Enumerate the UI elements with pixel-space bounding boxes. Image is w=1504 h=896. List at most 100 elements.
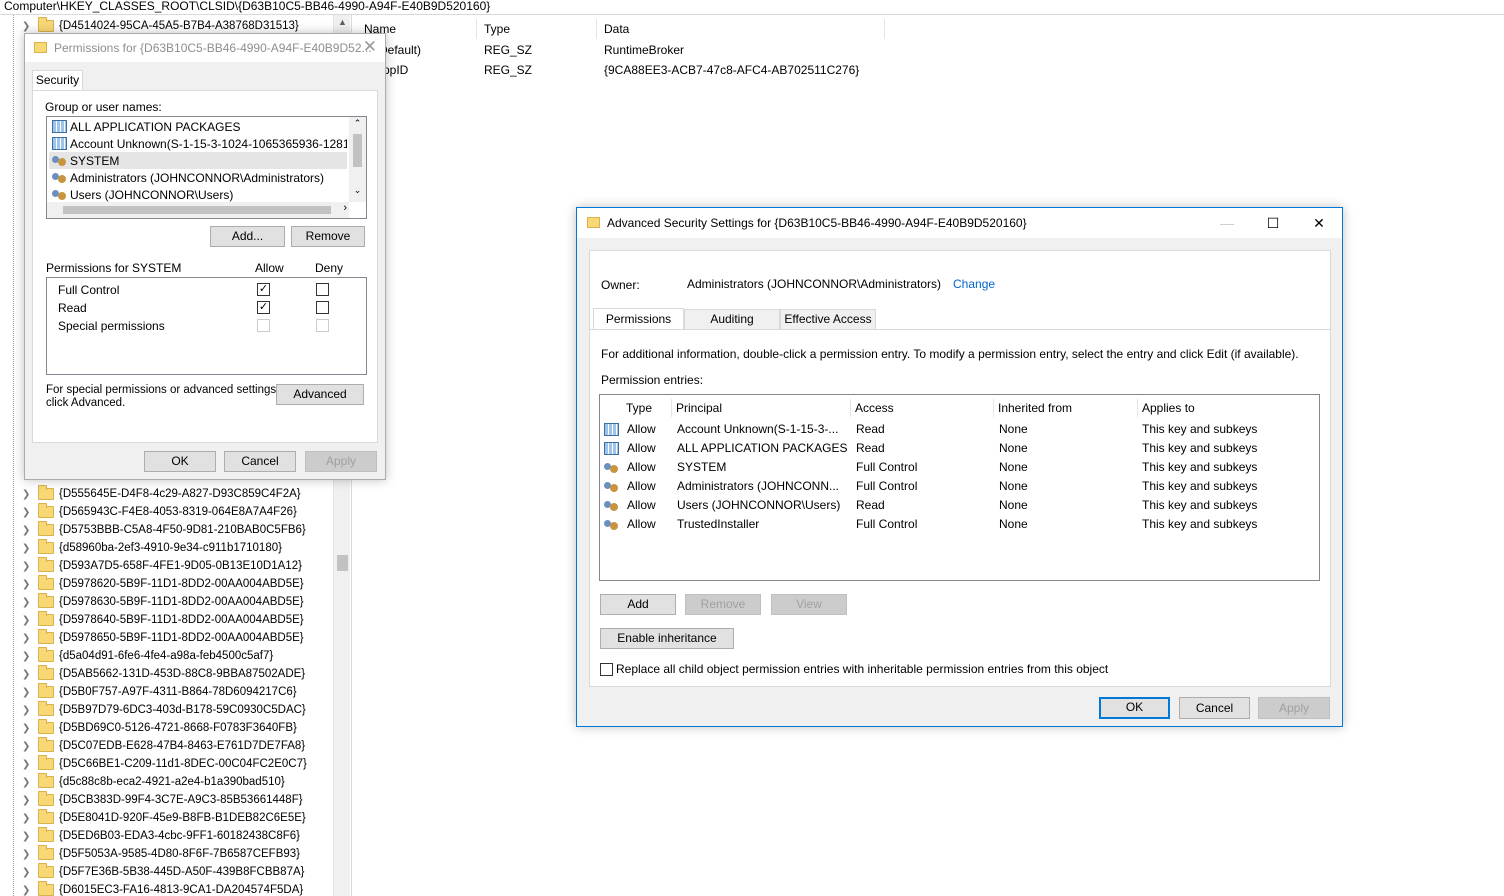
- column-header-applies[interactable]: Applies to: [1138, 399, 1318, 417]
- chevron-right-icon[interactable]: ❯: [22, 651, 36, 662]
- tree-item[interactable]: ❯ {d5c88c8b-eca2-4921-a2e4-b1a390bad510}: [0, 773, 332, 791]
- allow-checkbox[interactable]: [257, 319, 270, 332]
- tree-item[interactable]: ❯ {D5978630-5B9F-11D1-8DD2-00AA004ABD5E}: [0, 593, 332, 611]
- enable-inheritance-button[interactable]: Enable inheritance: [600, 628, 734, 649]
- tree-item[interactable]: ❯ {D6015EC3-FA16-4813-9CA1-DA204574F5DA}: [0, 881, 332, 896]
- tree-item[interactable]: ❯ {D5978620-5B9F-11D1-8DD2-00AA004ABD5E}: [0, 575, 332, 593]
- chevron-right-icon[interactable]: ❯: [22, 723, 36, 734]
- replace-child-checkbox[interactable]: [600, 663, 613, 676]
- permission-entry-row[interactable]: Allow Users (JOHNCONNOR\Users) Read None…: [600, 496, 1319, 515]
- tree-item[interactable]: ❯ {d58960ba-2ef3-4910-9e34-c911b1710180}: [0, 539, 332, 557]
- chevron-right-icon[interactable]: ❯: [22, 561, 36, 572]
- tree-item[interactable]: ❯ {D5F5053A-9585-4D80-8F6F-7B6587CEFB93}: [0, 845, 332, 863]
- tree-item[interactable]: ❯ {D5978650-5B9F-11D1-8DD2-00AA004ABD5E}: [0, 629, 332, 647]
- scroll-up-icon[interactable]: ▲: [334, 17, 351, 27]
- view-entry-button[interactable]: View: [771, 594, 847, 615]
- permission-entries-list[interactable]: Type Principal Access Inherited from App…: [599, 394, 1320, 581]
- tab-effective-access[interactable]: Effective Access: [780, 309, 876, 329]
- scroll-down-icon[interactable]: ⌄: [349, 185, 366, 196]
- advanced-button[interactable]: Advanced: [276, 384, 364, 405]
- chevron-right-icon[interactable]: ❯: [22, 813, 36, 824]
- permission-entry-row[interactable]: Allow SYSTEM Full Control None This key …: [600, 458, 1319, 477]
- permission-entry-row[interactable]: Allow Account Unknown(S-1-15-3-... Read …: [600, 420, 1319, 439]
- users-vscrollbar[interactable]: ⌃ ⌄: [349, 117, 366, 202]
- tree-item[interactable]: ❯ {D5CB383D-99F4-3C7E-A9C3-85B53661448F}: [0, 791, 332, 809]
- chevron-right-icon[interactable]: ❯: [22, 795, 36, 806]
- tab-auditing[interactable]: Auditing: [684, 309, 780, 329]
- chevron-right-icon[interactable]: ❯: [22, 705, 36, 716]
- chevron-right-icon[interactable]: ❯: [22, 687, 36, 698]
- tree-item[interactable]: ❯ {D5BD69C0-5126-4721-8668-F0783F3640FB}: [0, 719, 332, 737]
- scroll-thumb[interactable]: [353, 134, 362, 167]
- tree-item[interactable]: ❯ {D5F7E36B-5B38-445D-A50F-439B8FCBB87A}: [0, 863, 332, 881]
- apply-button[interactable]: Apply: [305, 451, 377, 472]
- tree-item[interactable]: ❯ {d5a04d91-6fe6-4fe4-a98a-feb4500c5af7}: [0, 647, 332, 665]
- close-icon[interactable]: ✕: [1296, 208, 1342, 238]
- chevron-right-icon[interactable]: ❯: [22, 489, 36, 500]
- address-bar[interactable]: Computer\HKEY_CLASSES_ROOT\CLSID\{D63B10…: [0, 0, 1504, 15]
- deny-checkbox[interactable]: [316, 301, 329, 314]
- tree-item[interactable]: ❯ {D5AB5662-131D-453D-88C8-9BBA87502ADE}: [0, 665, 332, 683]
- tree-item[interactable]: ❯ {D5ED6B03-EDA3-4cbc-9FF1-60182438C8F6}: [0, 827, 332, 845]
- user-list-item[interactable]: Account Unknown(S-1-15-3-1024-1065365936…: [49, 135, 347, 152]
- remove-entry-button[interactable]: Remove: [685, 594, 761, 615]
- user-list-item[interactable]: SYSTEM: [49, 152, 347, 169]
- apply-button[interactable]: Apply: [1258, 697, 1330, 719]
- chevron-right-icon[interactable]: ❯: [22, 759, 36, 770]
- scroll-thumb[interactable]: [63, 206, 331, 214]
- close-icon[interactable]: ✕: [363, 37, 377, 57]
- tab-security[interactable]: Security: [32, 70, 83, 91]
- chevron-right-icon[interactable]: ❯: [22, 831, 36, 842]
- change-owner-link[interactable]: Change: [953, 277, 995, 291]
- user-list-item[interactable]: Users (JOHNCONNOR\Users): [49, 186, 347, 203]
- chevron-right-icon[interactable]: ❯: [22, 579, 36, 590]
- chevron-right-icon[interactable]: ❯: [22, 597, 36, 608]
- advanced-titlebar[interactable]: Advanced Security Settings for {D63B10C5…: [577, 208, 1342, 238]
- ok-button[interactable]: OK: [1099, 697, 1170, 719]
- replace-child-label[interactable]: Replace all child object permission entr…: [616, 662, 1108, 676]
- tree-item[interactable]: ❯ {D5C66BE1-C209-11d1-8DEC-00C04FC2E0C7}: [0, 755, 332, 773]
- chevron-right-icon[interactable]: ❯: [22, 507, 36, 518]
- tree-item[interactable]: ❯ {D5E8041D-920F-45e9-B8FB-B1DEB82C6E5E}: [0, 809, 332, 827]
- column-header-access[interactable]: Access: [851, 399, 994, 417]
- chevron-right-icon[interactable]: ❯: [22, 741, 36, 752]
- column-header-principal[interactable]: Principal: [672, 399, 851, 417]
- permission-entry-row[interactable]: Allow TrustedInstaller Full Control None…: [600, 515, 1319, 534]
- column-header-inherited[interactable]: Inherited from: [994, 399, 1138, 417]
- chevron-right-icon[interactable]: ❯: [22, 633, 36, 644]
- ok-button[interactable]: OK: [144, 451, 216, 472]
- add-button[interactable]: Add...: [210, 226, 285, 247]
- users-listbox[interactable]: ALL APPLICATION PACKAGES Account Unknown…: [46, 116, 367, 219]
- scroll-thumb[interactable]: [337, 555, 348, 571]
- chevron-right-icon[interactable]: ❯: [22, 849, 36, 860]
- maximize-icon[interactable]: ☐: [1250, 208, 1296, 238]
- chevron-right-icon[interactable]: ❯: [22, 777, 36, 788]
- column-header-type[interactable]: Type: [477, 19, 597, 39]
- deny-checkbox[interactable]: [316, 283, 329, 296]
- permission-entry-row[interactable]: Allow ALL APPLICATION PACKAGES Read None…: [600, 439, 1319, 458]
- cancel-button[interactable]: Cancel: [1179, 697, 1250, 719]
- tree-item[interactable]: ❯ {D5978640-5B9F-11D1-8DD2-00AA004ABD5E}: [0, 611, 332, 629]
- tree-item[interactable]: ❯ {D5753BBB-C5A8-4F50-9D81-210BAB0C5FB6}: [0, 521, 332, 539]
- allow-checkbox[interactable]: ✓: [257, 283, 270, 296]
- chevron-right-icon[interactable]: ❯: [22, 885, 36, 896]
- permissions-titlebar[interactable]: Permissions for {D63B10C5-BB46-4990-A94F…: [25, 34, 385, 62]
- cancel-button[interactable]: Cancel: [224, 451, 296, 472]
- user-list-item[interactable]: ALL APPLICATION PACKAGES: [49, 118, 347, 135]
- chevron-right-icon[interactable]: ❯: [22, 669, 36, 680]
- tree-item[interactable]: ❯ {D555645E-D4F8-4c29-A827-D93C859C4F2A}: [0, 485, 332, 503]
- deny-checkbox[interactable]: [316, 319, 329, 332]
- tree-item[interactable]: ❯ {D565943C-F4E8-4053-8319-064E8A7A4F26}: [0, 503, 332, 521]
- tab-permissions[interactable]: Permissions: [593, 308, 684, 330]
- permission-entry-row[interactable]: Allow Administrators (JOHNCONN... Full C…: [600, 477, 1319, 496]
- tree-item[interactable]: ❯ {D593A7D5-658F-4FE1-9D05-0B13E10D1A12}: [0, 557, 332, 575]
- tree-item[interactable]: ❯ {D5B97D79-6DC3-403d-B178-59C0930C5DAC}: [0, 701, 332, 719]
- tree-item[interactable]: ❯ {D5C07EDB-E628-47B4-8463-E761D7DE7FA8}: [0, 737, 332, 755]
- chevron-right-icon[interactable]: ❯: [22, 21, 36, 32]
- scroll-right-icon[interactable]: ›: [343, 202, 347, 214]
- chevron-right-icon[interactable]: ❯: [22, 543, 36, 554]
- add-entry-button[interactable]: Add: [600, 594, 676, 615]
- minimize-icon[interactable]: —: [1204, 208, 1250, 238]
- column-header-data[interactable]: Data: [597, 19, 885, 39]
- allow-checkbox[interactable]: ✓: [257, 301, 270, 314]
